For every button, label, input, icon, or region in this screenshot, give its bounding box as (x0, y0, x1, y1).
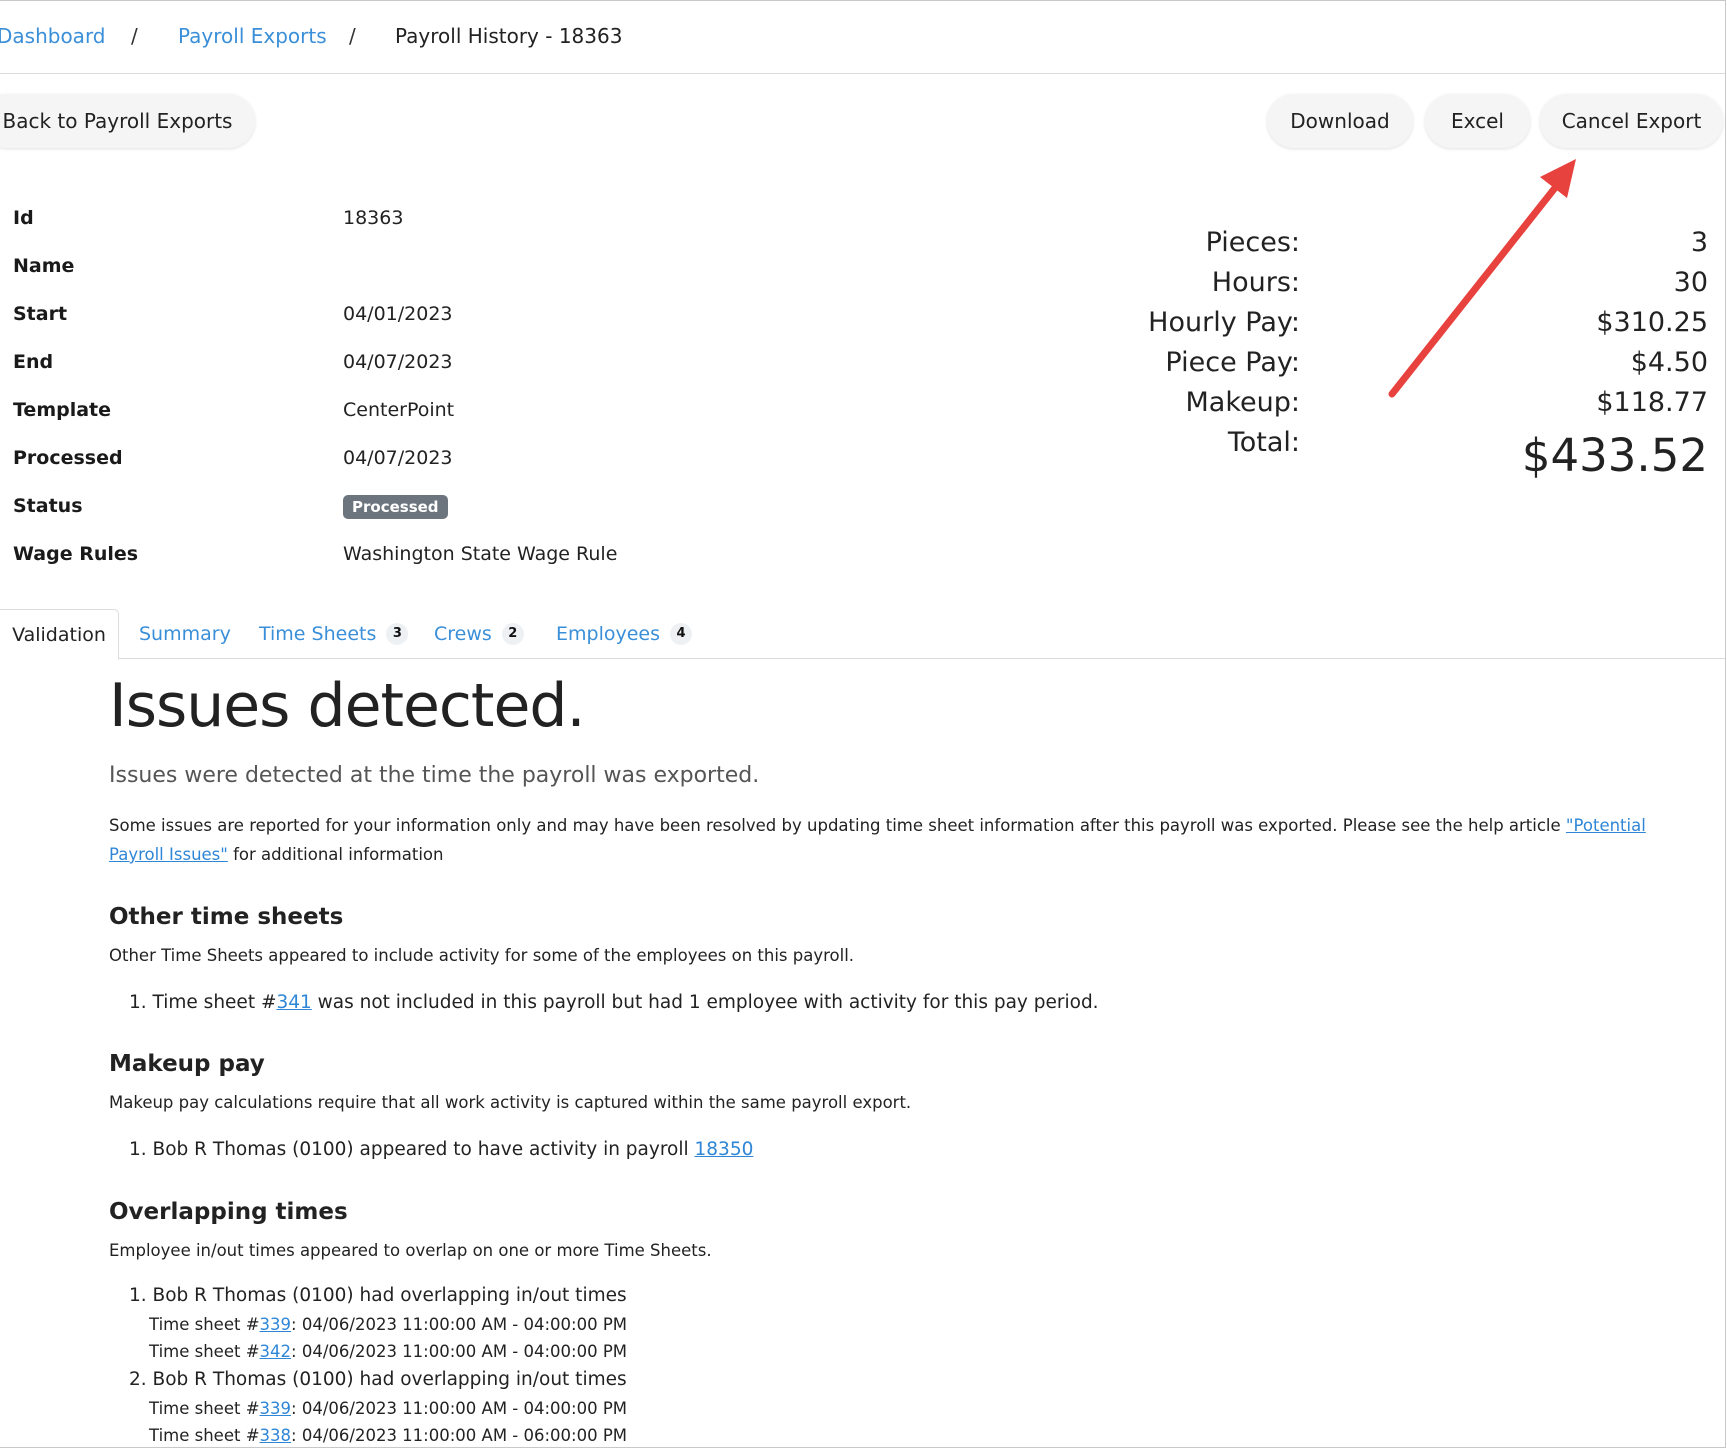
overlap-entry-time: : 04/06/2023 11:00:00 AM - 04:00:00 PM (291, 1342, 628, 1361)
other-time-sheets-heading: Other time sheets (109, 904, 344, 930)
issues-title: Issues detected. (109, 671, 586, 741)
total-value: $433.52 (1521, 429, 1708, 482)
list-item-text: was not included in this payroll but had… (311, 992, 1099, 1013)
tab-employees[interactable]: Employees 4 (556, 609, 692, 658)
list-item: 2. Bob R Thomas (0100) had overlapping i… (129, 1369, 627, 1390)
start-label: Start (13, 303, 68, 325)
wage-rules-label: Wage Rules (13, 543, 139, 565)
overlap-entry-time: : 04/06/2023 11:00:00 AM - 04:00:00 PM (291, 1399, 628, 1418)
processed-label: Processed (13, 447, 123, 469)
start-value: 04/01/2023 (343, 303, 453, 325)
time-sheet-link[interactable]: 341 (276, 992, 311, 1013)
overlapping-times-desc: Employee in/out times appeared to overla… (109, 1241, 712, 1260)
id-value: 18363 (343, 207, 404, 229)
end-value: 04/07/2023 (343, 351, 453, 373)
makeup-pay-heading: Makeup pay (109, 1051, 265, 1077)
hours-value: 30 (1673, 267, 1708, 298)
tab-employees-label: Employees (556, 622, 660, 645)
back-to-payroll-exports-button[interactable]: Back to Payroll Exports (0, 94, 255, 148)
pieces-value: 3 (1690, 227, 1708, 258)
overlap-entry-text: Time sheet # (149, 1426, 260, 1445)
overlap-entry-text: Time sheet # (149, 1399, 260, 1418)
crews-count-badge: 2 (501, 622, 524, 645)
excel-button[interactable]: Excel (1425, 94, 1530, 148)
employees-count-badge: 4 (670, 622, 692, 645)
id-label: Id (13, 207, 34, 229)
breadcrumb-dashboard-link[interactable]: Dashboard (0, 24, 106, 48)
list-item: 1. Bob R Thomas (0100) appeared to have … (129, 1139, 753, 1160)
list-item-text: 1. Bob R Thomas (0100) appeared to have … (129, 1139, 695, 1160)
tab-validation-label: Validation (12, 623, 106, 646)
pieces-label: Pieces: (1205, 227, 1300, 258)
list-item: 1. Time sheet #341 was not included in t… (129, 992, 1099, 1013)
name-label: Name (13, 255, 75, 277)
tab-time-sheets-label: Time Sheets (259, 622, 377, 645)
hours-label: Hours: (1211, 267, 1300, 298)
makeup-pay-desc: Makeup pay calculations require that all… (109, 1093, 912, 1112)
breadcrumb: Dashboard / Payroll Exports / Payroll Hi… (0, 1, 1725, 74)
tab-summary[interactable]: Summary (139, 609, 231, 658)
end-label: End (13, 351, 54, 373)
tab-crews-label: Crews (434, 622, 492, 645)
tab-bar: Validation Summary Time Sheets 3 Crews 2… (0, 609, 1725, 660)
other-time-sheets-desc: Other Time Sheets appeared to include ac… (109, 946, 855, 965)
time-sheets-count-badge: 3 (386, 622, 409, 645)
tab-crews[interactable]: Crews 2 (434, 609, 524, 658)
time-sheet-link[interactable]: 338 (260, 1426, 292, 1445)
template-value: CenterPoint (343, 399, 455, 421)
overlapping-times-heading: Overlapping times (109, 1199, 348, 1225)
makeup-value: $118.77 (1596, 387, 1708, 418)
status-badge: Processed (343, 495, 448, 519)
overlap-entry-time: : 04/06/2023 11:00:00 AM - 04:00:00 PM (291, 1315, 628, 1334)
overlap-entry: Time sheet #342: 04/06/2023 11:00:00 AM … (149, 1342, 627, 1361)
template-label: Template (13, 399, 112, 421)
processed-value: 04/07/2023 (343, 447, 453, 469)
tab-summary-label: Summary (139, 622, 231, 645)
time-sheet-link[interactable]: 339 (260, 1399, 292, 1418)
time-sheet-link[interactable]: 339 (260, 1315, 292, 1334)
breadcrumb-payroll-exports-link[interactable]: Payroll Exports (178, 24, 327, 48)
breadcrumb-separator: / (131, 24, 138, 48)
annotation-arrow-icon (1388, 159, 1576, 398)
total-label: Total: (1227, 427, 1300, 458)
hourly-pay-label: Hourly Pay: (1148, 307, 1300, 338)
status-label: Status (13, 495, 83, 517)
cancel-export-button[interactable]: Cancel Export (1540, 94, 1723, 148)
list-item: 1. Bob R Thomas (0100) had overlapping i… (129, 1285, 627, 1306)
makeup-label: Makeup: (1185, 387, 1300, 418)
breadcrumb-current: Payroll History - 18363 (395, 24, 623, 48)
piece-pay-label: Piece Pay: (1165, 347, 1300, 378)
issues-note-text: Some issues are reported for your inform… (109, 816, 1566, 835)
tab-validation[interactable]: Validation (0, 609, 119, 660)
hourly-pay-value: $310.25 (1596, 307, 1708, 338)
overlap-entry: Time sheet #339: 04/06/2023 11:00:00 AM … (149, 1315, 627, 1334)
issues-note-text-end: for additional information (227, 845, 444, 864)
overlap-entry: Time sheet #338: 04/06/2023 11:00:00 AM … (149, 1426, 627, 1445)
overlap-entry-text: Time sheet # (149, 1342, 260, 1361)
overlap-entry-time: : 04/06/2023 11:00:00 AM - 06:00:00 PM (291, 1426, 628, 1445)
issues-note: Some issues are reported for your inform… (109, 811, 1699, 869)
overlap-entry-text: Time sheet # (149, 1315, 260, 1334)
time-sheet-link[interactable]: 342 (260, 1342, 292, 1361)
wage-rules-value: Washington State Wage Rule (343, 543, 618, 565)
list-item-text: 1. Time sheet # (129, 992, 277, 1013)
overlap-entry: Time sheet #339: 04/06/2023 11:00:00 AM … (149, 1399, 627, 1418)
piece-pay-value: $4.50 (1630, 347, 1708, 378)
breadcrumb-separator: / (349, 24, 356, 48)
download-button[interactable]: Download (1267, 94, 1413, 148)
tab-time-sheets[interactable]: Time Sheets 3 (259, 609, 409, 658)
issues-lead: Issues were detected at the time the pay… (109, 763, 760, 788)
payroll-link[interactable]: 18350 (695, 1139, 754, 1160)
page-frame: Dashboard / Payroll Exports / Payroll Hi… (0, 0, 1726, 1448)
